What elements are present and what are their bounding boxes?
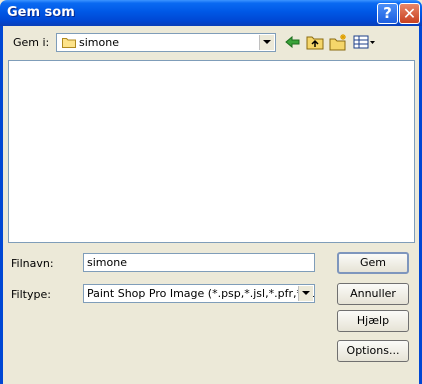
back-arrow-icon[interactable] (283, 33, 303, 51)
cancel-button[interactable]: Annuller (337, 283, 409, 305)
lookin-dropdown-button[interactable] (259, 35, 274, 50)
new-folder-icon[interactable] (328, 33, 348, 51)
window-frame-left (0, 26, 3, 384)
save-as-dialog: Gem som ? ✕ Gem i: simone Filnavn: simon… (0, 0, 422, 384)
filetype-value: Paint Shop Pro Image (*.psp,*.jsl,*.pfr,… (87, 287, 315, 300)
close-button[interactable]: ✕ (399, 3, 420, 24)
view-menu-icon[interactable] (352, 33, 376, 51)
file-list-view[interactable] (8, 60, 415, 243)
lookin-value: simone (79, 36, 119, 49)
options-button[interactable]: Options... (337, 340, 409, 362)
filetype-label: Filtype: (11, 288, 51, 301)
up-folder-icon[interactable] (305, 33, 325, 51)
filetype-select[interactable]: Paint Shop Pro Image (*.psp,*.jsl,*.pfr,… (83, 284, 315, 303)
filename-field[interactable]: simone (83, 253, 315, 272)
help-title-button[interactable]: ? (377, 3, 398, 24)
folder-icon (62, 38, 76, 48)
filetype-dropdown-button[interactable] (298, 286, 313, 301)
help-button[interactable]: Hjælp (337, 310, 409, 332)
title-bar[interactable]: Gem som ? ✕ (0, 0, 422, 26)
help-icon: ? (383, 4, 392, 22)
close-icon: ✕ (402, 4, 417, 23)
lookin-combo[interactable]: simone (56, 33, 276, 52)
lookin-label: Gem i: (13, 36, 50, 49)
filename-label: Filnavn: (11, 257, 54, 270)
window-title: Gem som (7, 5, 75, 20)
save-button[interactable]: Gem (337, 252, 409, 274)
